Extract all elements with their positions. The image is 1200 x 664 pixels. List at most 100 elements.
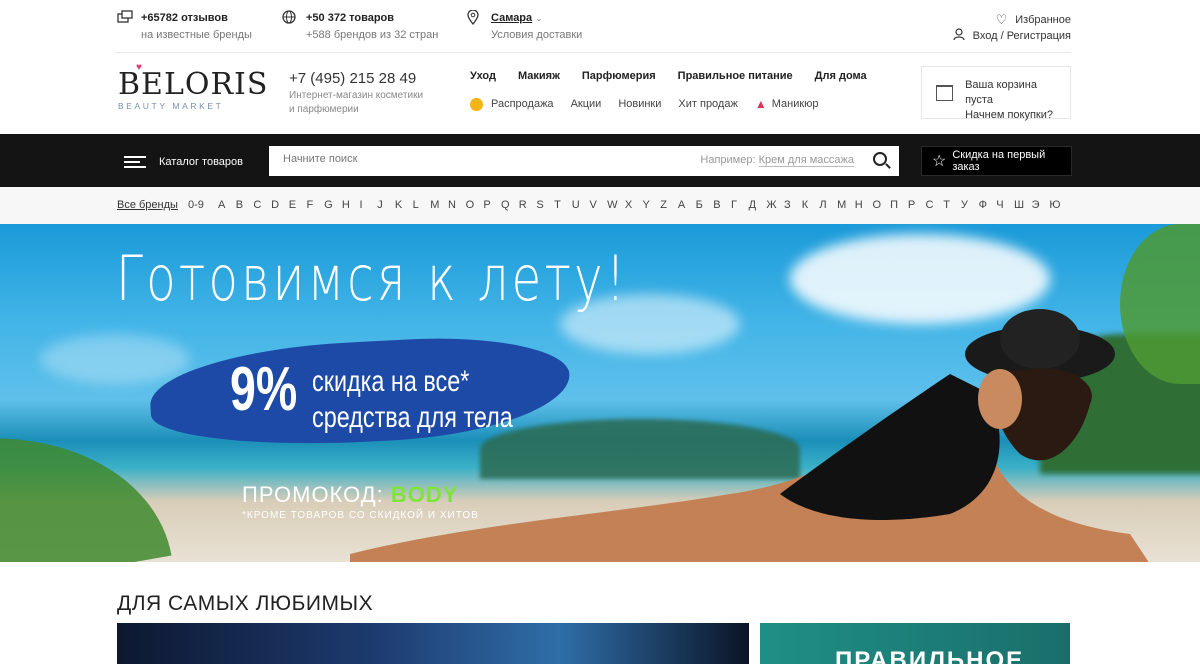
brand-letter-link[interactable]: F	[306, 199, 324, 211]
brand-letter-link[interactable]: B	[236, 199, 254, 211]
search-icon[interactable]	[873, 152, 887, 166]
brand-letter-link[interactable]: Z	[660, 199, 678, 211]
user-links: ♡ Избранное Вход / Регистрация	[953, 12, 1071, 44]
brand-letter-link[interactable]: O	[466, 199, 484, 211]
promo-card-gifts[interactable]	[117, 623, 749, 664]
letter-index: 0-9 A B C D E F G H I J K L M N O P Q R S T U V W X Y Z А Б В Г Д Ж З К Л М Н…	[188, 199, 1067, 211]
first-order-discount-button[interactable]: ☆ Скидка на первый заказ	[921, 146, 1072, 176]
brand-letter-link[interactable]: О	[872, 199, 890, 211]
brand-letter-link[interactable]: E	[289, 199, 307, 211]
search-hint-example[interactable]: Крем для массажа	[758, 154, 854, 167]
brand-letter-link[interactable]: Ч	[996, 199, 1014, 211]
brand-letter-link[interactable]: Ю	[1049, 199, 1067, 211]
brand-letter-link[interactable]: S	[536, 199, 554, 211]
brand-alphabet: Все бренды 0-9 A B C D E F G H I J K L M N O P Q R S T U V W X Y Z…	[0, 187, 1200, 224]
nav-item-perfume[interactable]: Парфюмерия	[582, 70, 656, 82]
brand-letter-link[interactable]: Н	[855, 199, 873, 211]
city-selector[interactable]: Самара	[491, 12, 532, 24]
brand-letter-link[interactable]: U	[572, 199, 590, 211]
brand-letter-link[interactable]: N	[448, 199, 466, 211]
brand-letter-link[interactable]: Л	[819, 199, 837, 211]
hero-discount: 9%	[230, 355, 298, 424]
brand-letter-link[interactable]: H	[342, 199, 360, 211]
search-input[interactable]	[283, 153, 663, 165]
brand-letter-link[interactable]: Ф	[979, 199, 997, 211]
nav-item-home[interactable]: Для дома	[815, 70, 867, 82]
city-block[interactable]: Самара ⌄ Условия доставки	[467, 9, 582, 43]
brand-letter-link[interactable]: З	[784, 199, 802, 211]
products-count: +50 372 товаров	[306, 12, 395, 24]
brand-letter-link[interactable]: С	[926, 199, 944, 211]
divider	[116, 52, 1071, 53]
brand-letter-link[interactable]: W	[607, 199, 625, 211]
star-icon: ☆	[932, 153, 947, 170]
brand-letter-link[interactable]: 0-9	[188, 199, 218, 211]
brand-letter-link[interactable]: Э	[1032, 199, 1050, 211]
search-box: Например: Крем для массажа	[269, 146, 899, 176]
brand-letter-link[interactable]: Т	[943, 199, 961, 211]
all-brands-link[interactable]: Все бренды	[117, 199, 178, 211]
brand-letter-link[interactable]: М	[837, 199, 855, 211]
brand-letter-link[interactable]: Q	[501, 199, 519, 211]
nav-item-nutrition[interactable]: Правильное питание	[678, 70, 793, 82]
subnav-item-sale[interactable]: Распродажа	[470, 97, 554, 111]
brand-letter-link[interactable]: В	[713, 199, 731, 211]
brand-letter-link[interactable]: Ж	[766, 199, 784, 211]
hero-offer: скидка на все* средства для тела	[312, 365, 513, 434]
brand-letter-link[interactable]: C	[253, 199, 271, 211]
brand-letter-link[interactable]: L	[413, 199, 431, 211]
phone-description: Интернет-магазин косметики и парфюмерии	[289, 90, 424, 115]
cart-widget[interactable]: Ваша корзина пуста Начнем покупки?	[921, 66, 1071, 121]
heart-icon: ♡	[995, 12, 1008, 27]
logo-tagline: BEAUTY MARKET	[118, 101, 224, 111]
subnav-item-new[interactable]: Новинки	[618, 98, 661, 110]
reviews-count: +65782 отзывов	[141, 12, 228, 24]
brand-letter-link[interactable]: D	[271, 199, 289, 211]
brand-letter-link[interactable]: A	[218, 199, 236, 211]
subnav-item-manicure[interactable]: ▲ Маникюр	[755, 97, 819, 111]
sub-nav: Распродажа Акции Новинки Хит продаж ▲ Ман…	[470, 97, 819, 111]
nav-item-makeup[interactable]: Макияж	[518, 70, 560, 82]
cart-cta: Начнем покупки?	[965, 109, 1053, 121]
brand-letter-link[interactable]: Г	[731, 199, 749, 211]
reviews-block[interactable]: +65782 отзывов на известные бренды	[117, 10, 252, 43]
brand-letter-link[interactable]: Б	[696, 199, 714, 211]
subnav-item-bestsellers[interactable]: Хит продаж	[678, 98, 737, 110]
brand-letter-link[interactable]: X	[625, 199, 643, 211]
brand-letter-link[interactable]: V	[589, 199, 607, 211]
brand-letter-link[interactable]: T	[554, 199, 572, 211]
brand-letter-link[interactable]: G	[324, 199, 342, 211]
delivery-link[interactable]: Условия доставки	[491, 27, 582, 43]
logo[interactable]: ♥ BELORIS BEAUTY MARKET	[118, 62, 267, 111]
brand-letter-link[interactable]: K	[395, 199, 413, 211]
search-bar-strip: Каталог товаров Например: Крем для масса…	[0, 134, 1200, 187]
phone-block: +7 (495) 215 28 49 Интернет-магазин косм…	[289, 70, 429, 117]
brand-letter-link[interactable]: M	[430, 199, 448, 211]
subnav-item-promotions[interactable]: Акции	[571, 98, 602, 110]
brand-letter-link[interactable]: Р	[908, 199, 926, 211]
hero-banner[interactable]: Готовимся к лету! 9% скидка на все* сред…	[0, 224, 1200, 562]
reviews-icon	[117, 10, 135, 26]
brand-letter-link[interactable]: П	[890, 199, 908, 211]
brand-letter-link[interactable]: Y	[643, 199, 661, 211]
login-link[interactable]: Вход / Регистрация	[953, 28, 1071, 44]
brand-letter-link[interactable]: J	[377, 199, 395, 211]
chevron-down-icon[interactable]: ⌄	[535, 13, 543, 23]
brand-letter-link[interactable]: I	[360, 199, 378, 211]
brand-letter-link[interactable]: Ш	[1014, 199, 1032, 211]
brand-letter-link[interactable]: А	[678, 199, 696, 211]
brand-letter-link[interactable]: К	[802, 199, 820, 211]
phone-number[interactable]: +7 (495) 215 28 49	[289, 70, 429, 87]
cart-bag-icon	[936, 85, 954, 101]
products-block[interactable]: +50 372 товаров +588 брендов из 32 стран	[282, 10, 438, 43]
promo-card-nutrition[interactable]: ПРАВИЛЬНОЕ	[760, 623, 1070, 664]
nav-item-care[interactable]: Уход	[470, 70, 496, 82]
favorites-link[interactable]: ♡ Избранное	[953, 12, 1071, 28]
catalog-button[interactable]: Каталог товаров	[124, 153, 243, 171]
brand-letter-link[interactable]: У	[961, 199, 979, 211]
user-icon	[953, 28, 965, 44]
brand-letter-link[interactable]: P	[483, 199, 501, 211]
brand-letter-link[interactable]: Д	[749, 199, 767, 211]
brand-letter-link[interactable]: R	[519, 199, 537, 211]
cart-status: Ваша корзина пуста	[965, 79, 1037, 106]
